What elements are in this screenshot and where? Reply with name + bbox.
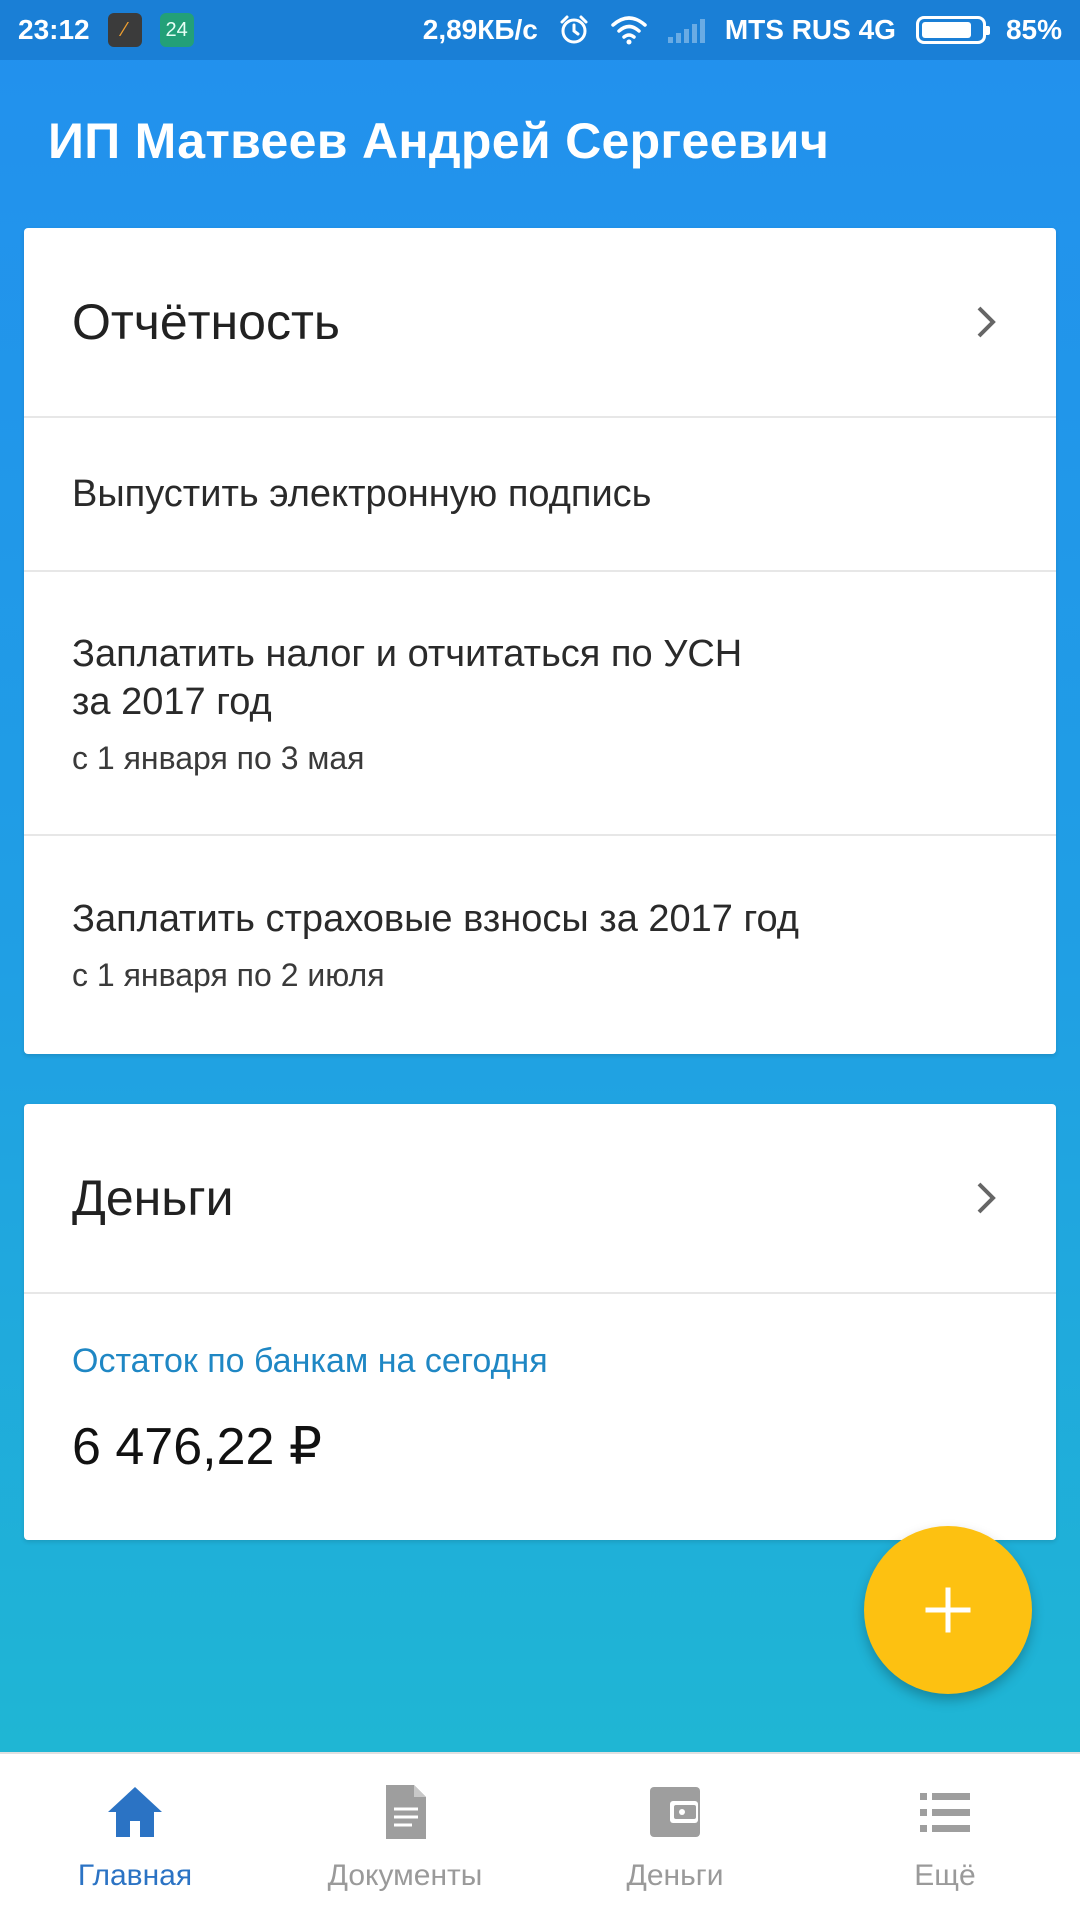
status-bar: 23:12 ⁄ 24 2,89КБ/с MTS RUS 4G 85% xyxy=(0,0,1080,60)
battery-level xyxy=(921,22,972,38)
carrier-name: MTS RUS 4G xyxy=(724,14,896,45)
page-title: ИП Матвеев Андрей Сергеевич xyxy=(48,113,830,169)
money-card-header[interactable]: Деньги xyxy=(24,1104,1056,1294)
wallet-icon xyxy=(650,1787,700,1837)
report-item-insurance[interactable]: Заплатить страховые взносы за 2017 год с… xyxy=(24,836,1056,1052)
nav-item-home[interactable]: Главная xyxy=(0,1754,270,1920)
nav-label: Ещё xyxy=(914,1859,976,1892)
notification-app-icon: ⁄ xyxy=(107,13,142,47)
reports-card-header[interactable]: Отчётность xyxy=(24,228,1056,418)
report-item-usn-tax[interactable]: Заплатить налог и отчитаться по УСН за 2… xyxy=(24,572,1056,836)
balance-value: 6 476,22 ₽ xyxy=(72,1418,322,1476)
status-time: 23:12 xyxy=(18,14,90,45)
document-icon xyxy=(386,1785,426,1839)
reports-card-title: Отчётность xyxy=(72,294,340,350)
home-icon xyxy=(108,1787,162,1837)
balance-label: Остаток по банкам на сегодня xyxy=(72,1342,548,1380)
plus-icon xyxy=(925,1587,971,1633)
list-icon xyxy=(920,1793,970,1832)
report-item-period: с 1 января по 3 мая xyxy=(72,739,365,776)
bottom-navigation: Главная Документы Деньги Ещё xyxy=(0,1752,1080,1920)
report-item-title: Выпустить электронную подпись xyxy=(72,473,652,515)
money-card-title: Деньги xyxy=(72,1170,234,1226)
report-item-title: Заплатить налог и отчитаться по УСН за 2… xyxy=(72,632,743,723)
signal-strength-icon xyxy=(667,17,705,43)
nav-label: Документы xyxy=(327,1859,483,1892)
chevron-right-icon xyxy=(977,306,996,338)
net-speed: 2,89КБ/с xyxy=(422,14,538,45)
reports-card: Отчётность Выпустить электронную подпись… xyxy=(24,228,1056,1054)
chevron-right-icon xyxy=(977,1182,996,1214)
bank-balance[interactable]: Остаток по банкам на сегодня 6 476,22 ₽ xyxy=(24,1294,1056,1477)
battery-icon xyxy=(915,16,990,44)
alarm-icon xyxy=(560,15,588,44)
report-item-signature[interactable]: Выпустить электронную подпись xyxy=(24,418,1056,572)
wifi-icon xyxy=(611,16,647,45)
report-item-title: Заплатить страховые взносы за 2017 год xyxy=(72,897,799,940)
report-item-period: с 1 января по 2 июля xyxy=(72,956,385,993)
money-card: Деньги Остаток по банкам на сегодня 6 47… xyxy=(24,1104,1056,1540)
nav-label: Главная xyxy=(77,1859,193,1892)
battery-percent: 85% xyxy=(1005,14,1062,45)
add-button[interactable] xyxy=(864,1526,1032,1694)
nav-item-more[interactable]: Ещё xyxy=(810,1754,1080,1920)
nav-label: Деньги xyxy=(626,1859,724,1892)
nav-item-documents[interactable]: Документы xyxy=(270,1754,540,1920)
nav-item-money[interactable]: Деньги xyxy=(540,1754,810,1920)
notification-badge-icon: 24 xyxy=(159,13,194,47)
